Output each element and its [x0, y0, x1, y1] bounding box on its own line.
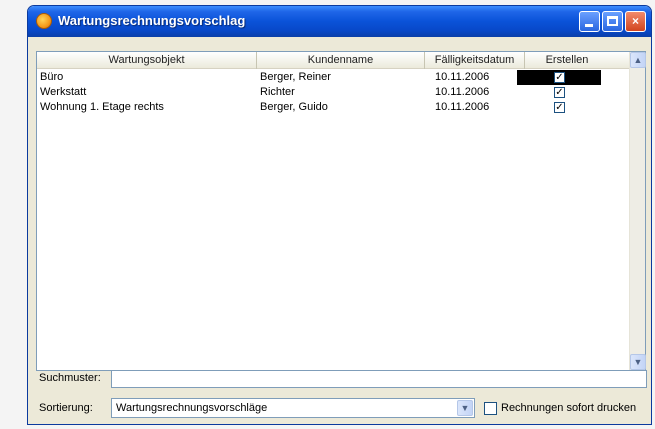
table-header: Wartungsobjekt Kundenname Fälligkeitsdat…: [37, 52, 629, 69]
maximize-icon: [607, 16, 618, 26]
maintenance-list[interactable]: Wartungsobjekt Kundenname Fälligkeitsdat…: [36, 51, 646, 371]
column-header-faelligkeitsdatum[interactable]: Fälligkeitsdatum: [425, 52, 525, 69]
search-label: Suchmuster:: [39, 372, 101, 384]
scroll-up-button[interactable]: ▲: [630, 52, 646, 68]
chevron-down-icon: ▼: [633, 357, 643, 367]
sort-dropdown-button[interactable]: ▼: [457, 400, 473, 416]
sort-label: Sortierung:: [39, 402, 93, 414]
cell-faelligkeitsdatum: 10.11.2006: [435, 86, 490, 98]
app-icon: [36, 13, 52, 29]
cell-kundenname: Berger, Guido: [260, 101, 328, 113]
sort-selected-value: Wartungsrechnungsvorschläge: [116, 402, 268, 414]
chevron-up-icon: ▲: [633, 55, 643, 65]
close-button[interactable]: ×: [625, 11, 646, 32]
cell-wartungsobjekt: Wohnung 1. Etage rechts: [40, 101, 164, 113]
cell-wartungsobjekt: Büro: [40, 71, 64, 83]
erstellen-checkbox[interactable]: ✓: [554, 87, 565, 98]
erstellen-checkbox[interactable]: ✓: [554, 102, 565, 113]
window-title: Wartungsrechnungsvorschlag: [58, 13, 246, 28]
cell-kundenname: Richter: [260, 86, 295, 98]
table-row[interactable]: Werkstatt Richter 10.11.2006 ✓: [37, 85, 629, 100]
chevron-down-icon: ▼: [460, 403, 470, 413]
minimize-icon: [585, 24, 593, 27]
column-header-erstellen[interactable]: Erstellen: [525, 52, 609, 69]
table-row[interactable]: Wohnung 1. Etage rechts Berger, Guido 10.1…: [37, 100, 629, 115]
erstellen-checkbox[interactable]: ✓: [554, 72, 565, 83]
window: Wartungsrechnungsvorschlag × Wartungsobj…: [27, 5, 652, 425]
table-row[interactable]: Büro Berger, Reiner 10.11.2006 ✓: [37, 70, 629, 85]
close-icon: ×: [631, 14, 639, 28]
cell-faelligkeitsdatum: 10.11.2006: [435, 101, 490, 113]
print-immediately-checkbox[interactable]: [484, 402, 497, 415]
print-immediately-label[interactable]: Rechnungen sofort drucken: [501, 402, 636, 414]
cell-wartungsobjekt: Werkstatt: [40, 86, 87, 98]
vertical-scrollbar[interactable]: ▲ ▼: [629, 52, 646, 370]
scroll-down-button[interactable]: ▼: [630, 354, 646, 370]
minimize-button[interactable]: [579, 11, 600, 32]
column-header-wartungsobjekt[interactable]: Wartungsobjekt: [37, 52, 257, 69]
title-bar[interactable]: Wartungsrechnungsvorschlag ×: [28, 6, 651, 37]
cell-faelligkeitsdatum: 10.11.2006: [435, 71, 490, 83]
search-input[interactable]: [111, 370, 647, 388]
cell-kundenname: Berger, Reiner: [260, 71, 331, 83]
column-header-kundenname[interactable]: Kundenname: [257, 52, 425, 69]
maximize-button[interactable]: [602, 11, 623, 32]
sort-select[interactable]: Wartungsrechnungsvorschläge ▼: [111, 398, 475, 418]
